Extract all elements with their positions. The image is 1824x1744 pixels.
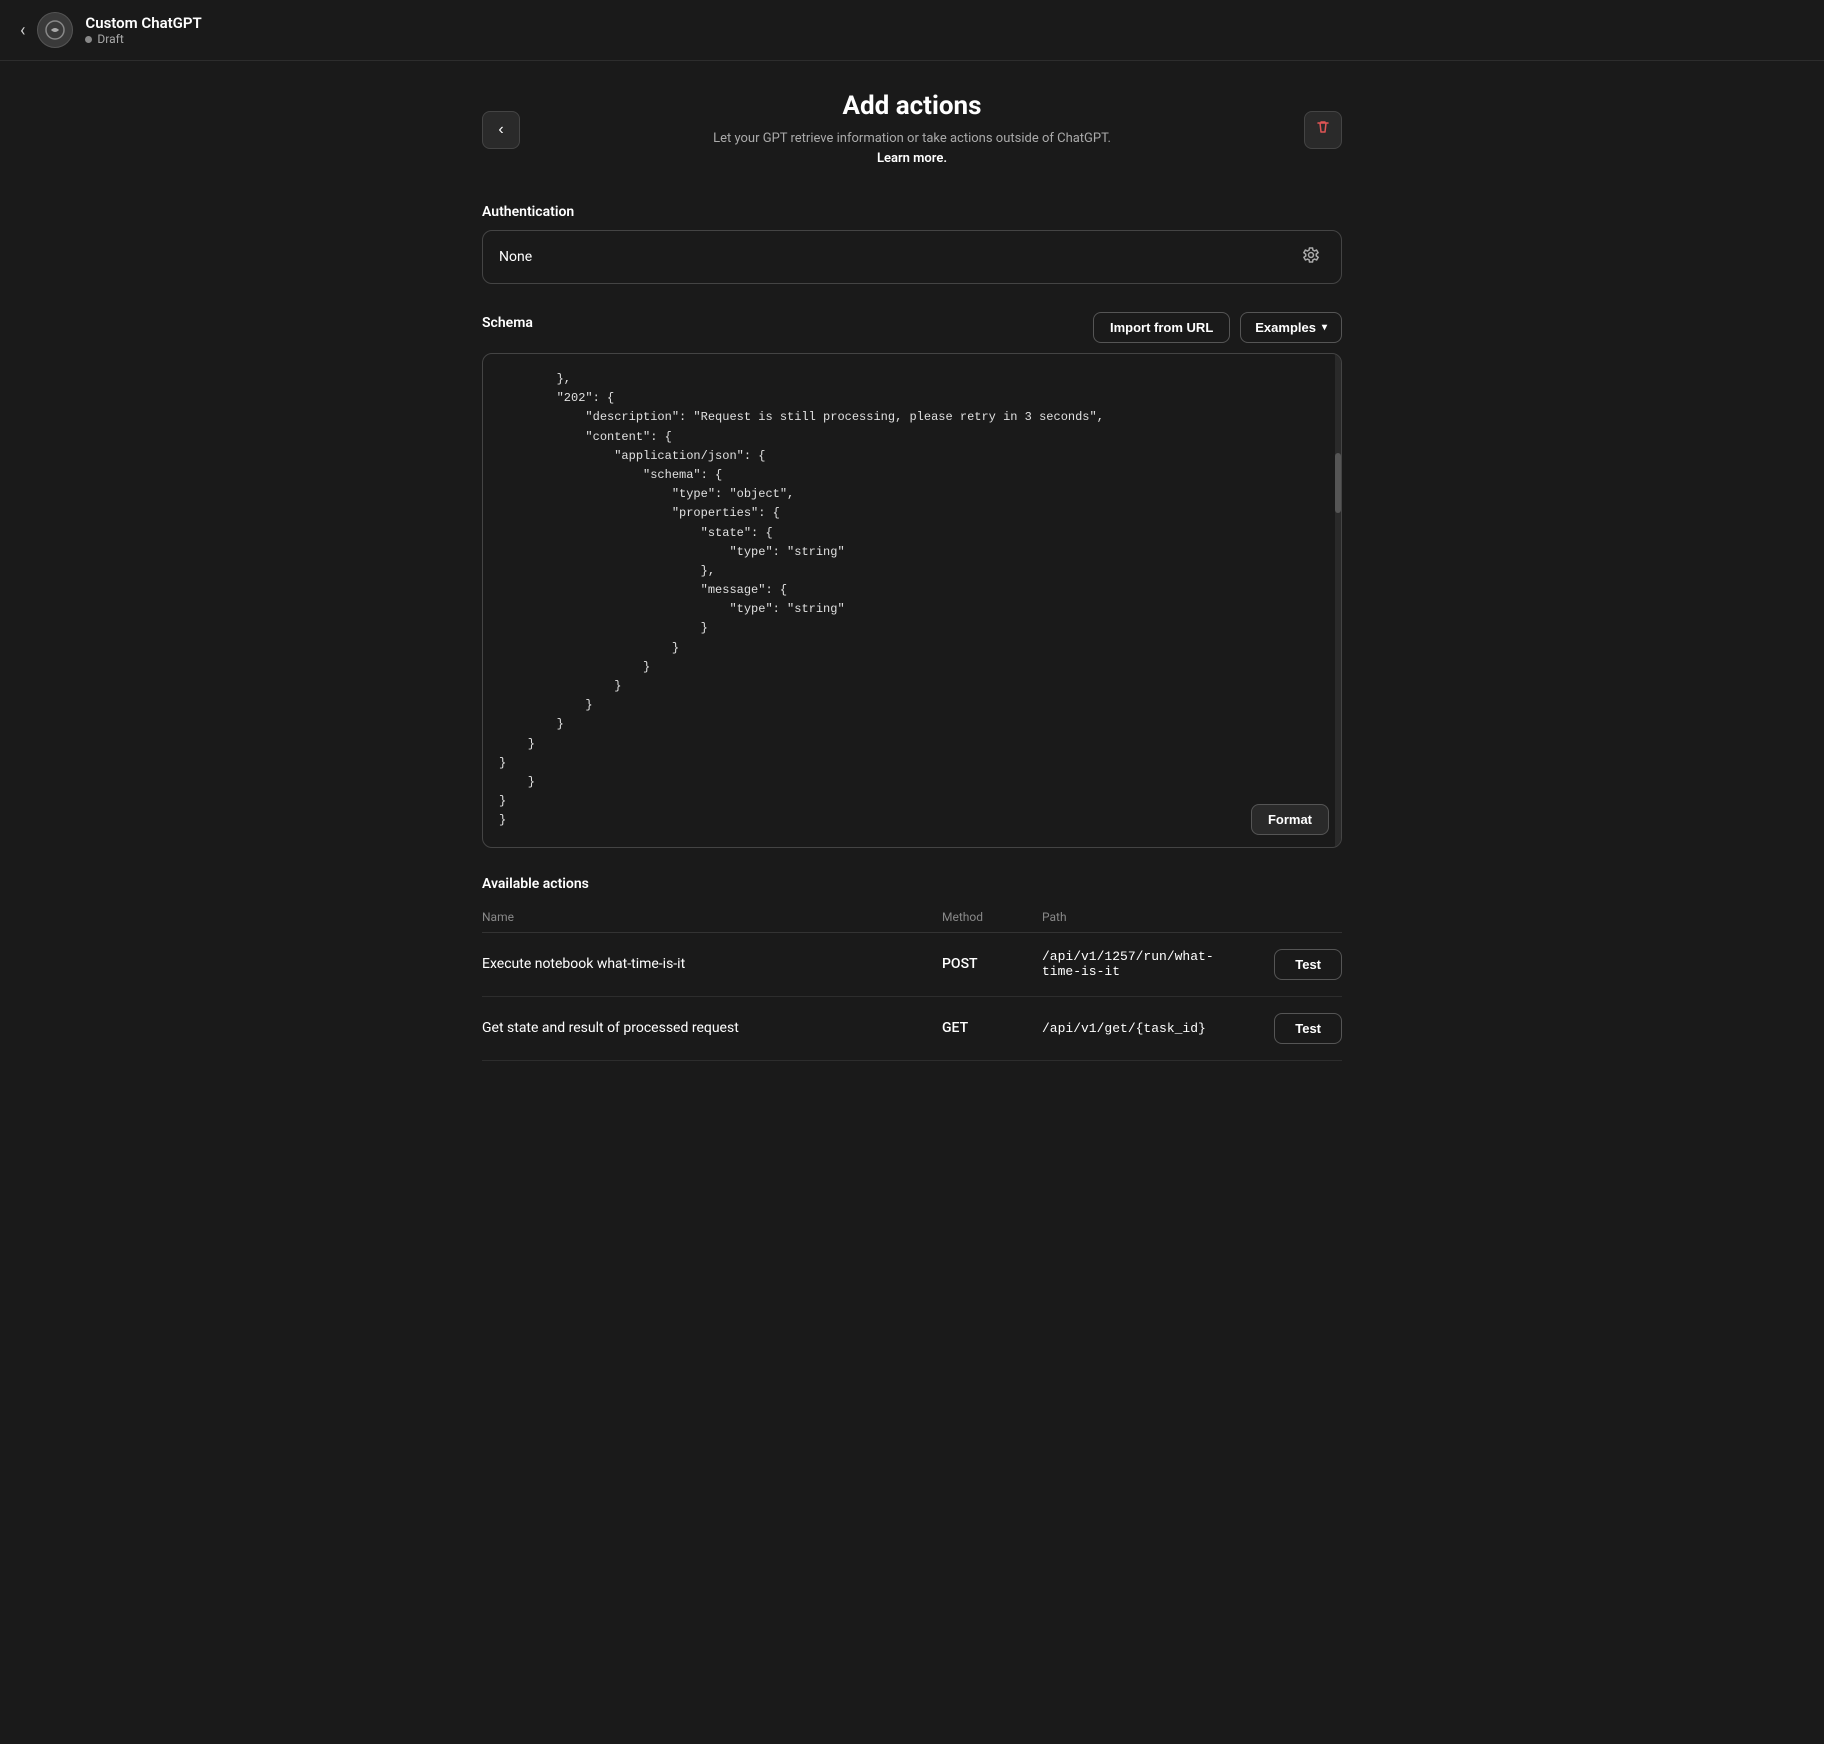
test-button-2[interactable]: Test	[1274, 1013, 1342, 1044]
code-editor[interactable]: }, "202": { "description": "Request is s…	[482, 353, 1342, 848]
auth-gear-button[interactable]	[1297, 243, 1325, 271]
examples-button[interactable]: Examples ▾	[1240, 312, 1342, 343]
auth-field: None	[482, 230, 1342, 284]
delete-icon	[1315, 119, 1331, 140]
top-nav: ‹ Custom ChatGPT Draft	[0, 0, 1824, 61]
auth-value: None	[499, 249, 532, 265]
col-path-header: Path	[1042, 910, 1242, 924]
format-button[interactable]: Format	[1251, 804, 1329, 835]
actions-table-header: Name Method Path	[482, 902, 1342, 933]
gpt-name: Custom ChatGPT	[85, 14, 201, 32]
col-method-header: Method	[942, 910, 1042, 924]
page-header: ‹ Add actions Let your GPT retrieve info…	[482, 91, 1342, 168]
back-arrow-icon: ‹	[498, 121, 503, 139]
import-url-button[interactable]: Import from URL	[1093, 312, 1230, 343]
gpt-info: Custom ChatGPT Draft	[85, 14, 201, 46]
gear-icon	[1302, 246, 1320, 269]
authentication-section: Authentication None	[482, 204, 1342, 284]
page-title: Add actions	[542, 91, 1282, 121]
gpt-status-text: Draft	[97, 32, 123, 46]
schema-actions: Import from URL Examples ▾	[1093, 312, 1342, 343]
delete-button[interactable]	[1304, 111, 1342, 149]
action-path-1: /api/v1/1257/run/what-time-is-it	[1042, 949, 1242, 979]
table-row: Execute notebook what-time-is-it POST /a…	[482, 933, 1342, 997]
action-name-2: Get state and result of processed reques…	[482, 1020, 942, 1036]
table-row: Get state and result of processed reques…	[482, 997, 1342, 1061]
action-name-1: Execute notebook what-time-is-it	[482, 956, 942, 972]
schema-section: Schema Import from URL Examples ▾ }, "20…	[482, 312, 1342, 848]
col-name-header: Name	[482, 910, 942, 924]
status-dot	[85, 36, 92, 43]
examples-label: Examples	[1255, 320, 1316, 335]
available-actions-section: Available actions Name Method Path Execu…	[482, 876, 1342, 1061]
schema-header: Schema Import from URL Examples ▾	[482, 312, 1342, 343]
page-subtitle: Let your GPT retrieve information or tak…	[542, 129, 1282, 168]
code-content: }, "202": { "description": "Request is s…	[499, 370, 1325, 831]
main-content: ‹ Add actions Let your GPT retrieve info…	[462, 61, 1362, 1119]
learn-more-link[interactable]: Learn more.	[877, 151, 947, 166]
gpt-status-row: Draft	[85, 32, 201, 46]
gpt-avatar	[37, 12, 73, 48]
back-button[interactable]: ‹	[482, 111, 520, 149]
scrollbar-thumb	[1335, 453, 1341, 513]
schema-title: Schema	[482, 315, 533, 331]
action-method-1: POST	[942, 956, 1042, 972]
action-path-2: /api/v1/get/{task_id}	[1042, 1021, 1242, 1036]
scrollbar	[1335, 354, 1341, 847]
chevron-down-icon: ▾	[1322, 322, 1327, 333]
test-button-1[interactable]: Test	[1274, 949, 1342, 980]
authentication-title: Authentication	[482, 204, 1342, 220]
action-method-2: GET	[942, 1020, 1042, 1036]
nav-back-icon[interactable]: ‹	[20, 20, 25, 41]
available-actions-title: Available actions	[482, 876, 1342, 892]
